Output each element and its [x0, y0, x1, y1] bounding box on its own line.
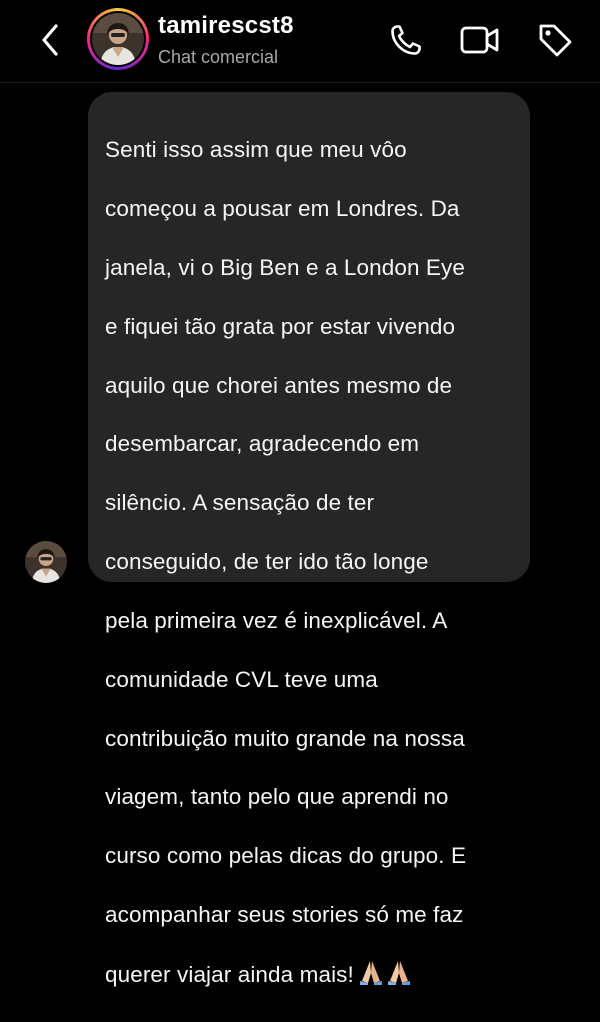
message-line: começou a pousar em Londres. Da: [105, 196, 460, 222]
message-line: desembarcar, agradecendo em: [105, 431, 420, 457]
message-line: viagem, tanto pelo que aprendi no: [105, 784, 449, 810]
message-bubble[interactable]: Senti isso assim que meu vôo começou a p…: [88, 92, 530, 987]
message-line: acompanhar seus stories só me faz: [105, 901, 464, 927]
message-line: silêncio. A sensação de ter: [105, 490, 375, 516]
back-button[interactable]: [30, 20, 70, 60]
praying-hands-icon: [358, 959, 412, 992]
message-last-line-text: querer viajar ainda mais!: [105, 961, 354, 987]
profile-photo: [92, 13, 144, 65]
message-line: pela primeira vez é inexplicável. A: [105, 607, 448, 633]
chat-header: tamirescst8 Chat comercial: [0, 0, 600, 83]
message-line: Senti isso assim que meu vôo: [105, 137, 407, 163]
message-line: janela, vi o Big Ben e a London Eye: [105, 255, 466, 281]
message-last-line: querer viajar ainda mais!: [105, 959, 514, 992]
call-button[interactable]: [384, 20, 428, 60]
label-button[interactable]: [533, 20, 577, 60]
message-text: Senti isso assim que meu vôo começou a p…: [105, 106, 514, 1022]
sender-avatar[interactable]: [25, 541, 67, 583]
tag-icon: [539, 24, 572, 57]
message-line: curso como pelas dicas do grupo. E: [105, 843, 467, 869]
message-line: conseguido, de ter ido tão longe: [105, 549, 429, 575]
chat-username[interactable]: tamirescst8: [158, 12, 294, 40]
chat-subtitle: Chat comercial: [158, 47, 279, 67]
back-chevron-icon: [42, 24, 58, 56]
phone-icon: [391, 25, 421, 55]
video-camera-icon: [460, 26, 499, 54]
video-call-button[interactable]: [458, 20, 502, 60]
message-line: aquilo que chorei antes mesmo de: [105, 372, 453, 398]
profile-avatar[interactable]: [87, 8, 149, 70]
message-line: e fiquei tão grata por estar vivendo: [105, 313, 456, 339]
message-line: contribuição muito grande na nossa: [105, 725, 465, 751]
message-line: comunidade CVL teve uma: [105, 666, 378, 692]
